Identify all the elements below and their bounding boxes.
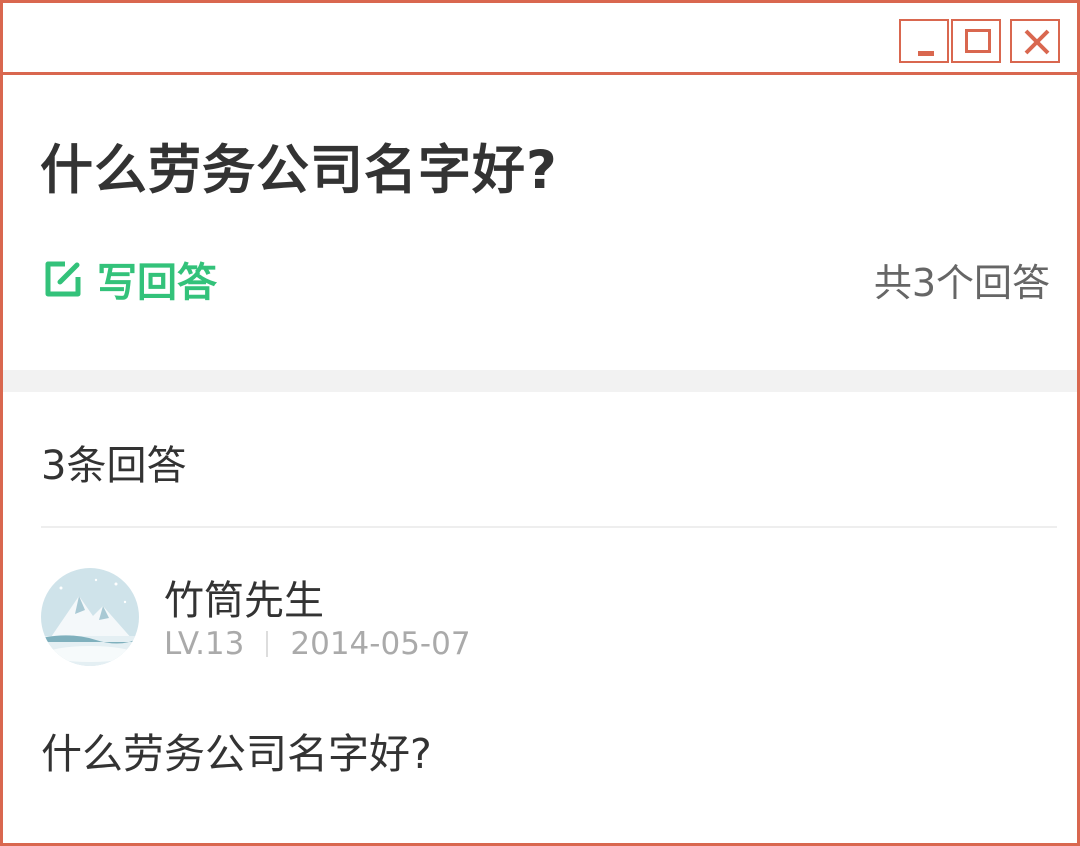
app-window: 什么劳务公司名字好? 写回答 共3个回答 3条回答 竹筒先生 LV.13 201…: [0, 0, 1080, 846]
answer-date: 2014-05-07: [290, 626, 471, 662]
write-answer-button[interactable]: 写回答: [43, 250, 217, 308]
maximize-icon: [965, 29, 991, 53]
avatar[interactable]: [41, 568, 139, 666]
minimize-icon: [918, 51, 934, 56]
answers-count-heading: 3条回答: [41, 443, 187, 489]
divider: [41, 526, 1057, 528]
edit-icon: [45, 261, 81, 297]
title-bar: [3, 3, 1077, 75]
answer-meta: LV.13 2014-05-07: [164, 626, 471, 662]
close-icon: [1024, 29, 1050, 55]
meta-separator: [266, 631, 269, 657]
minimize-button[interactable]: [899, 19, 949, 63]
close-button[interactable]: [1010, 19, 1060, 63]
answer-text: 什么劳务公司名字好?: [41, 730, 432, 778]
maximize-button[interactable]: [951, 19, 1001, 63]
question-title: 什么劳务公司名字好?: [40, 140, 558, 201]
write-answer-label: 写回答: [97, 260, 217, 306]
snowy-mountain-avatar-icon: [41, 568, 139, 666]
answer-username[interactable]: 竹筒先生: [164, 568, 324, 626]
user-level: LV.13: [164, 626, 245, 662]
section-separator: [3, 370, 1077, 392]
total-answers-count: 共3个回答: [873, 261, 1050, 305]
